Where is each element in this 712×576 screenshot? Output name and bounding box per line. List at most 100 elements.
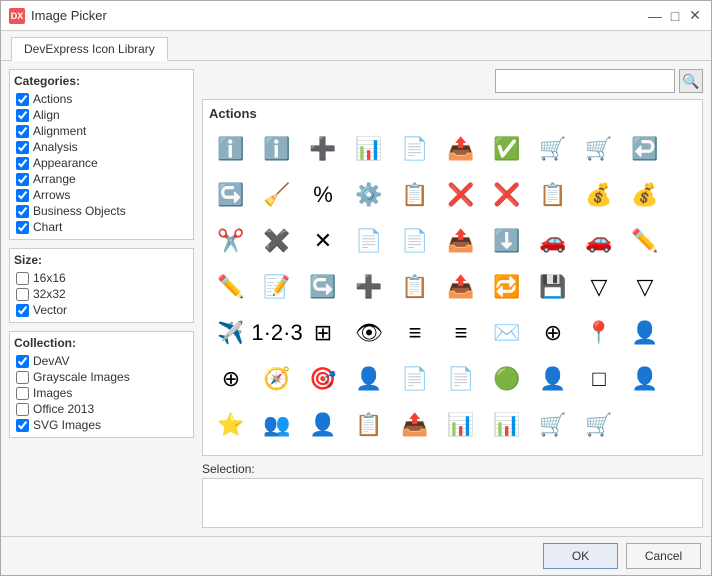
icon-cell-24[interactable]: 📄 — [393, 219, 437, 263]
icon-cell-36[interactable]: 🔁 — [485, 265, 529, 309]
size-checkbox-0[interactable] — [16, 272, 29, 285]
collection-item-1[interactable]: Grayscale Images — [14, 369, 189, 385]
icon-cell-19[interactable]: 💰 — [623, 173, 667, 217]
icon-cell-47[interactable]: ⊕ — [531, 311, 575, 355]
icon-cell-17[interactable]: 📋 — [531, 173, 575, 217]
icon-cell-1[interactable]: ℹ️ — [255, 127, 299, 171]
category-checkbox-6[interactable] — [16, 189, 29, 202]
size-checkbox-2[interactable] — [16, 304, 29, 317]
icon-cell-12[interactable]: % — [301, 173, 345, 217]
icon-cell-42[interactable]: ⊞ — [301, 311, 345, 355]
collection-checkbox-2[interactable] — [16, 387, 29, 400]
icon-cell-64[interactable]: 📤 — [393, 403, 437, 447]
icon-cell-0[interactable]: ℹ️ — [209, 127, 253, 171]
icon-cell-60[interactable]: ⭐ — [209, 403, 253, 447]
search-button[interactable]: 🔍 — [679, 69, 703, 93]
ok-button[interactable]: OK — [543, 543, 618, 569]
icon-cell-23[interactable]: 📄 — [347, 219, 391, 263]
size-item-2[interactable]: Vector — [14, 302, 189, 318]
icon-cell-29[interactable]: ✏️ — [623, 219, 667, 263]
icon-cell-35[interactable]: 📤 — [439, 265, 483, 309]
icon-cell-34[interactable]: 📋 — [393, 265, 437, 309]
icon-cell-4[interactable]: 📄 — [393, 127, 437, 171]
tab-devexpress-icon-library[interactable]: DevExpress Icon Library — [11, 37, 168, 61]
icon-cell-63[interactable]: 📋 — [347, 403, 391, 447]
category-item-6[interactable]: Arrows — [14, 187, 189, 203]
category-checkbox-1[interactable] — [16, 109, 29, 122]
category-checkbox-2[interactable] — [16, 125, 29, 138]
icon-cell-56[interactable]: 🟢 — [485, 357, 529, 401]
icon-cell-15[interactable]: ❌ — [439, 173, 483, 217]
search-input[interactable] — [495, 69, 675, 93]
icon-cell-32[interactable]: ↪️ — [301, 265, 345, 309]
icon-cell-8[interactable]: 🛒 — [577, 127, 621, 171]
icon-cell-58[interactable]: □ — [577, 357, 621, 401]
icon-cell-41[interactable]: 1·2·3 — [255, 311, 299, 355]
size-item-0[interactable]: 16x16 — [14, 270, 189, 286]
size-checkbox-1[interactable] — [16, 288, 29, 301]
category-checkbox-5[interactable] — [16, 173, 29, 186]
category-item-2[interactable]: Alignment — [14, 123, 189, 139]
category-checkbox-7[interactable] — [16, 205, 29, 218]
icon-cell-14[interactable]: 📋 — [393, 173, 437, 217]
icon-cell-13[interactable]: ⚙️ — [347, 173, 391, 217]
icon-cell-5[interactable]: 📤 — [439, 127, 483, 171]
icon-cell-25[interactable]: 📤 — [439, 219, 483, 263]
collection-item-3[interactable]: Office 2013 — [14, 401, 189, 417]
icon-cell-52[interactable]: 🎯 — [301, 357, 345, 401]
icon-cell-6[interactable]: ✅ — [485, 127, 529, 171]
icon-cell-7[interactable]: 🛒 — [531, 127, 575, 171]
category-checkbox-4[interactable] — [16, 157, 29, 170]
collection-checkbox-1[interactable] — [16, 371, 29, 384]
collection-item-4[interactable]: SVG Images — [14, 417, 189, 433]
icon-cell-51[interactable]: 🧭 — [255, 357, 299, 401]
cancel-button[interactable]: Cancel — [626, 543, 701, 569]
icon-cell-49[interactable]: 👤 — [623, 311, 667, 355]
icon-cell-44[interactable]: ≡ — [393, 311, 437, 355]
icon-cell-50[interactable]: ⊕ — [209, 357, 253, 401]
category-checkbox-8[interactable] — [16, 221, 29, 234]
icon-cell-37[interactable]: 💾 — [531, 265, 575, 309]
icon-cell-54[interactable]: 📄 — [393, 357, 437, 401]
category-item-3[interactable]: Analysis — [14, 139, 189, 155]
category-item-7[interactable]: Business Objects — [14, 203, 189, 219]
category-item-4[interactable]: Appearance — [14, 155, 189, 171]
icon-cell-65[interactable]: 📊 — [439, 403, 483, 447]
icon-cell-27[interactable]: 🚗 — [531, 219, 575, 263]
icon-cell-21[interactable]: ✖️ — [255, 219, 299, 263]
icon-cell-11[interactable]: 🧹 — [255, 173, 299, 217]
maximize-button[interactable]: □ — [667, 8, 683, 24]
icon-cell-10[interactable]: ↪️ — [209, 173, 253, 217]
icon-cell-22[interactable]: ✕ — [301, 219, 345, 263]
icon-cell-61[interactable]: 👥 — [255, 403, 299, 447]
selection-input[interactable] — [202, 478, 703, 528]
icon-cell-66[interactable]: 📊 — [485, 403, 529, 447]
category-item-1[interactable]: Align — [14, 107, 189, 123]
icons-area[interactable]: Actions ℹ️ℹ️➕📊📄📤✅🛒🛒↩️↪️🧹%⚙️📋❌❌📋💰💰✂️✖️✕📄📄… — [202, 99, 703, 456]
icon-cell-48[interactable]: 📍 — [577, 311, 621, 355]
size-item-1[interactable]: 32x32 — [14, 286, 189, 302]
icon-cell-16[interactable]: ❌ — [485, 173, 529, 217]
icon-cell-62[interactable]: 👤 — [301, 403, 345, 447]
icon-cell-20[interactable]: ✂️ — [209, 219, 253, 263]
icon-cell-68[interactable]: 🛒 — [577, 403, 621, 447]
icon-cell-30[interactable]: ✏️ — [209, 265, 253, 309]
icon-cell-45[interactable]: ≡ — [439, 311, 483, 355]
icon-cell-43[interactable]: 👁 — [347, 311, 391, 355]
icon-cell-55[interactable]: 📄 — [439, 357, 483, 401]
collection-item-2[interactable]: Images — [14, 385, 189, 401]
icon-cell-46[interactable]: ✉️ — [485, 311, 529, 355]
icon-cell-67[interactable]: 🛒 — [531, 403, 575, 447]
icon-cell-53[interactable]: 👤 — [347, 357, 391, 401]
icon-cell-3[interactable]: 📊 — [347, 127, 391, 171]
category-checkbox-0[interactable] — [16, 93, 29, 106]
icon-cell-40[interactable]: ✈️ — [209, 311, 253, 355]
category-item-8[interactable]: Chart — [14, 219, 189, 235]
collection-checkbox-4[interactable] — [16, 419, 29, 432]
category-item-0[interactable]: Actions — [14, 91, 189, 107]
category-item-5[interactable]: Arrange — [14, 171, 189, 187]
icon-cell-39[interactable]: ▽ — [623, 265, 667, 309]
category-checkbox-3[interactable] — [16, 141, 29, 154]
icon-cell-2[interactable]: ➕ — [301, 127, 345, 171]
collection-item-0[interactable]: DevAV — [14, 353, 189, 369]
